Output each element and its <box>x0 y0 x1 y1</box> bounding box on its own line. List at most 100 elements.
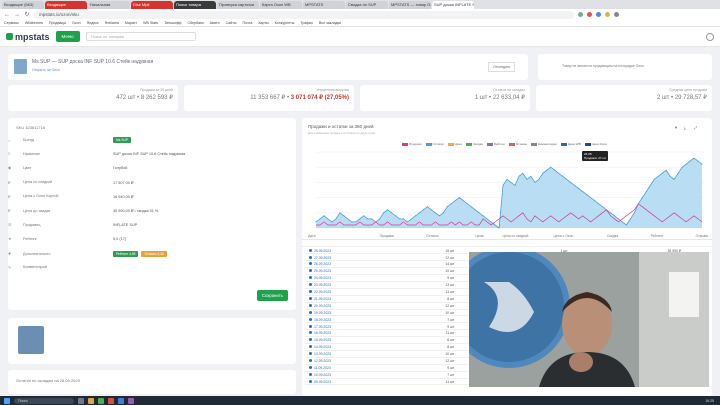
table-column-header[interactable]: Скидка <box>577 234 622 238</box>
legend-item[interactable]: Рейтинг <box>486 142 505 146</box>
legend-item[interactable]: Цена WB <box>560 142 581 146</box>
browser-tab[interactable]: Начальная <box>88 1 130 9</box>
chart-export-icon[interactable]: ⤓ <box>684 125 686 130</box>
legend-label: Цена <box>454 142 462 146</box>
info-row: ₽ Цена со скидкой 17 507,00 ₽ <box>8 180 133 185</box>
info-row-label: Цвет <box>23 165 32 170</box>
user-icon[interactable] <box>706 32 714 41</box>
info-row-label: Дополнительно <box>23 251 51 256</box>
bookmark-item[interactable]: Сервисы <box>4 20 19 26</box>
stat-value: 11 353 667 ₽ • 3 071 074 ₽ (27,05%) <box>189 94 349 101</box>
extension-icon[interactable] <box>578 12 583 17</box>
stat-value: 1 шт • 22 633,04 ₽ <box>474 95 525 101</box>
stock-point <box>399 218 401 220</box>
browser-tab[interactable]: Проверка карточки <box>217 1 259 9</box>
table-column-header[interactable]: Остаток <box>398 234 443 238</box>
app-icon[interactable] <box>118 397 124 404</box>
info-panel-title: SKU 423611716 <box>16 125 46 130</box>
table-cell: 9 шт <box>447 276 455 281</box>
browser-tab[interactable]: MPSTATS — товар Озон <box>389 1 431 9</box>
bookmark-item[interactable]: WB Stats <box>143 20 158 26</box>
browser-tab[interactable]: Входящие <box>45 1 87 9</box>
browser-tab[interactable]: SUP доска INFLATE SUP <box>432 1 474 9</box>
app-icon[interactable] <box>98 397 104 404</box>
bookmark-item[interactable]: Карты <box>258 20 268 26</box>
bookmark-item[interactable]: Сбербанк <box>188 20 204 26</box>
legend-item[interactable]: Комментарии <box>530 142 557 146</box>
stock-point <box>602 206 603 208</box>
browser-tab[interactable]: Карта Озон WB <box>260 1 302 9</box>
app-icon[interactable] <box>128 397 134 404</box>
reload-icon[interactable]: ↻ <box>24 11 30 18</box>
profile-icon[interactable] <box>614 12 619 17</box>
app-icon[interactable] <box>78 397 84 404</box>
bookmark-item[interactable]: Яндекс <box>87 20 99 26</box>
track-button[interactable]: Отследить <box>488 62 516 72</box>
legend-item[interactable]: Отзывы <box>508 142 527 146</box>
bookmark-item[interactable]: Тинькофф <box>164 20 181 26</box>
stat-highlight: 3 071 074 ₽ (27,05%) <box>290 95 349 101</box>
mpstats-logo[interactable]: mpstats <box>6 32 50 42</box>
product-image <box>18 326 44 354</box>
stock-point <box>474 209 476 211</box>
row-dot-icon <box>309 310 312 314</box>
extension-icon[interactable] <box>596 12 601 17</box>
table-column-header[interactable]: Цена со скидкой <box>488 234 533 238</box>
table-column-header[interactable]: Дата <box>302 234 353 238</box>
app-icon[interactable] <box>88 397 94 404</box>
bookmark-item[interactable]: Wildberries <box>25 20 43 26</box>
browser-tab[interactable]: Сводка по SUP <box>346 1 388 9</box>
extension-icon[interactable] <box>587 12 592 17</box>
legend-item[interactable]: Остатки <box>425 142 444 146</box>
legend-swatch <box>486 142 493 146</box>
chart-settings-icon[interactable]: ▼ <box>674 125 678 130</box>
table-column-header[interactable]: Продажи <box>353 234 398 238</box>
date-text: 26.09.2023 <box>314 262 331 267</box>
legend-item[interactable]: Цена <box>447 142 462 146</box>
table-column-header[interactable]: Цена с Ozon <box>532 234 577 238</box>
stock-point <box>339 212 341 214</box>
bookmark-item[interactable]: Ozon <box>72 20 81 26</box>
browser-tab[interactable]: Входящие (563) <box>2 1 44 9</box>
legend-item[interactable]: Цена Озон <box>584 142 607 146</box>
browser-tab[interactable]: Disk Mpit <box>131 1 173 9</box>
bookmark-item[interactable]: Маркет <box>125 20 137 26</box>
stock-point <box>641 197 643 199</box>
chart-title: Продажи и остатки за 360 дней <box>308 124 374 129</box>
app-icon[interactable] <box>108 397 114 404</box>
bookmark-item[interactable]: Почта <box>242 20 252 26</box>
menu-button[interactable]: Меню <box>55 31 80 42</box>
browser-tab[interactable]: Поиск товара <box>174 1 216 9</box>
legend-item[interactable]: Продажи <box>402 142 422 146</box>
legend-label: Комментарии <box>537 142 557 146</box>
chart-fullscreen-icon[interactable]: ⤢ <box>694 125 697 130</box>
legend-item[interactable]: Скидка <box>465 142 483 146</box>
search-input[interactable]: Поиск по товарам <box>85 32 196 41</box>
stock-point <box>637 203 639 205</box>
save-button[interactable]: Сохранить <box>257 290 288 301</box>
bookmark-item[interactable]: Сайты <box>226 20 237 26</box>
back-icon[interactable]: ← <box>4 12 10 18</box>
browser-tab[interactable]: MPSTATS <box>303 1 345 9</box>
row-dot-icon <box>309 262 312 266</box>
stock-point <box>335 218 337 220</box>
url-input[interactable]: mpstats.io/ozon/sku <box>34 10 574 19</box>
stock-point <box>395 215 397 217</box>
bookmark-item[interactable]: Авито <box>210 20 220 26</box>
table-cell: 14 шт <box>445 262 455 267</box>
bookmark-item[interactable]: Все закладки <box>319 20 341 26</box>
forward-icon[interactable]: → <box>14 12 20 18</box>
table-column-header[interactable]: Отзывы <box>667 234 712 238</box>
stock-point <box>530 175 532 177</box>
bookmark-item[interactable]: Продавцы <box>49 20 66 26</box>
chart-svg <box>315 151 704 229</box>
taskbar-search[interactable]: Поиск <box>14 397 74 404</box>
table-column-header[interactable]: Цена <box>443 234 488 238</box>
bookmark-item[interactable]: Reklama <box>105 20 119 26</box>
bookmark-item[interactable]: Трафик <box>300 20 313 26</box>
start-icon[interactable] <box>4 397 10 404</box>
extension-icon[interactable] <box>605 12 610 17</box>
table-column-header[interactable]: Рейтинг <box>622 234 667 238</box>
bookmark-item[interactable]: Конкуренты <box>275 20 295 26</box>
product-link[interactable]: Открыть на Ozon <box>32 68 60 72</box>
